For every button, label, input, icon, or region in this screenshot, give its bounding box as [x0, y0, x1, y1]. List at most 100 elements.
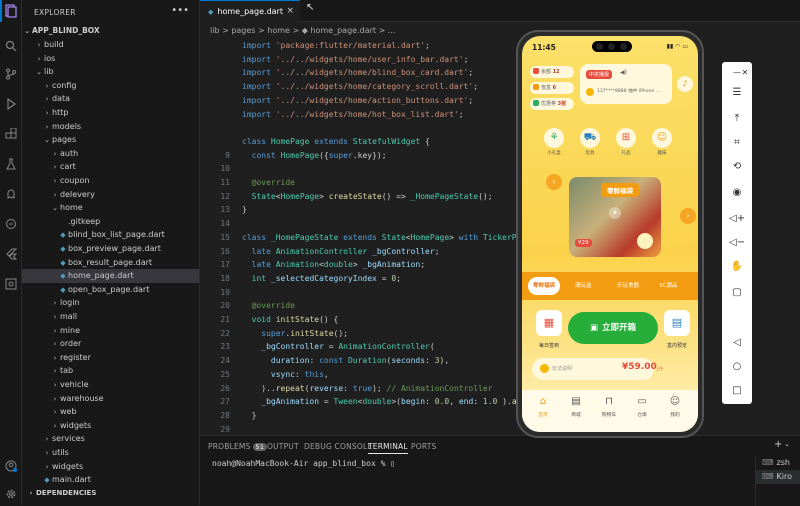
code-line[interactable]: 20 @override [200, 299, 800, 313]
tree-item[interactable]: ◆ box_preview_page.dart [22, 242, 199, 256]
code-line[interactable]: 16 late AnimationController _bgControlle… [200, 245, 800, 259]
nav-item[interactable]: ▭ 仓库 [627, 396, 657, 418]
tree-item[interactable]: ⌄ home [22, 201, 199, 215]
code-line[interactable]: import '../../widgets/home/hot_box_list.… [200, 108, 800, 122]
code-line[interactable]: 13} [200, 203, 800, 217]
testing-icon[interactable] [3, 158, 19, 174]
close-tab-icon[interactable]: × [286, 1, 294, 22]
screenshot-icon[interactable]: ▢ [729, 286, 745, 300]
panel-tab-ports[interactable]: PORTS [411, 442, 436, 451]
tree-item[interactable]: › coupon [22, 174, 199, 188]
code-line[interactable]: 21 void initState() { [200, 313, 800, 327]
tree-item[interactable]: › mine [22, 324, 199, 338]
code-line[interactable]: 10 [200, 162, 800, 176]
tree-item[interactable]: ⌄ pages [22, 133, 199, 147]
shortcut-item[interactable]: ☺ 趣味 [650, 128, 674, 156]
remote-icon[interactable] [3, 218, 19, 234]
tree-item[interactable]: › web [22, 405, 199, 419]
code-line[interactable]: 11 @override [200, 176, 800, 190]
shortcut-item[interactable]: ⊞ 礼品 [614, 128, 638, 156]
home-icon[interactable]: ○ [729, 360, 745, 374]
app-screen[interactable]: 11:45 ▮▮ ◠ ▭ 余额 12 盲盒 6 优惠券 3张 中奖播报 ◀) 137… [522, 36, 698, 432]
new-terminal-icon[interactable]: + [774, 439, 782, 450]
code-line[interactable]: 12 State<HomePage> createState() => _Hom… [200, 190, 800, 204]
shortcut-item[interactable]: ⚘ 小礼盒 [542, 128, 566, 156]
open-box-button[interactable]: ▣ 立即开箱 [568, 312, 658, 344]
chevron-down-icon[interactable]: ⌄ [784, 440, 790, 448]
code-line[interactable]: 17 late Animation<double> _bgAnimation; [200, 258, 800, 272]
code-line[interactable]: 22 super.initState(); [200, 327, 800, 341]
tree-item[interactable]: › mall [22, 310, 199, 324]
search-icon[interactable] [3, 40, 19, 56]
code-line[interactable]: 25 vsync: this, [200, 368, 800, 382]
code-line[interactable]: import '../../widgets/home/category_scro… [200, 80, 800, 94]
tree-item[interactable]: .gitkeep [22, 215, 199, 229]
project-root[interactable]: ⌄ APP_BLIND_BOX [22, 24, 199, 38]
extensions-icon[interactable] [3, 127, 19, 144]
tree-item[interactable]: › widgets [22, 460, 199, 474]
terminal-item-zsh[interactable]: ⌨ zsh [756, 456, 800, 470]
code-line[interactable]: 23 _bgController = AnimationController( [200, 340, 800, 354]
code-line[interactable]: class HomePage extends StatefulWidget { [200, 135, 800, 149]
tree-item[interactable]: ◆ blind_box_list_page.dart [22, 228, 199, 242]
code-line[interactable]: 14 [200, 217, 800, 231]
settings-gear-icon[interactable] [3, 488, 19, 504]
tree-item[interactable]: › tab [22, 364, 199, 378]
tree-item[interactable]: › register [22, 351, 199, 365]
menu-icon[interactable]: ☰ [729, 86, 745, 100]
code-line[interactable]: import '../../widgets/home/action_button… [200, 94, 800, 108]
tree-item[interactable]: ◆ home_page.dart [22, 269, 199, 283]
panel-tab-problems[interactable]: PROBLEMS 51 [208, 442, 268, 451]
tree-item[interactable]: › utils [22, 446, 199, 460]
explorer-icon[interactable] [3, 4, 19, 20]
code-editor[interactable]: import 'package:flutter/material.dart'; … [200, 39, 800, 435]
winner-banner[interactable]: 中奖播报 ◀) 137****8888 抽中 iPhone ... [580, 64, 672, 104]
flutter-icon[interactable] [3, 248, 19, 264]
tree-item[interactable]: ◆ main.dart [22, 473, 199, 487]
blind-box-card[interactable]: 零鲜福袋 ✦ ¥29 ☝ [569, 177, 661, 257]
panel-tab-terminal[interactable]: TERMINAL [368, 442, 408, 454]
tree-item[interactable]: ◆ box_result_page.dart [22, 256, 199, 270]
back-icon[interactable]: ◁ [729, 336, 745, 350]
remote-explorer-icon[interactable] [3, 278, 19, 294]
tree-item[interactable]: › data [22, 92, 199, 106]
run-debug-icon[interactable] [3, 97, 19, 114]
tree-item[interactable]: › models [22, 120, 199, 134]
code-line[interactable]: 29 [200, 423, 800, 435]
rotate-icon[interactable]: ⟲ [729, 160, 745, 174]
kiro-icon[interactable] [3, 188, 19, 204]
volume-up-icon[interactable]: ◁+ [729, 212, 745, 226]
tree-item[interactable]: › auth [22, 147, 199, 161]
nav-item[interactable]: ☺ 我的 [660, 396, 690, 418]
pin-top-icon[interactable]: ⤒ [729, 112, 745, 126]
nav-item[interactable]: ⌂ 首页 [528, 396, 558, 418]
category-tab[interactable]: 3C潮品 [654, 277, 682, 295]
record-icon[interactable]: ◉ [729, 186, 745, 200]
hand-icon[interactable]: ☝ [637, 233, 653, 249]
overview-icon[interactable]: □ [729, 384, 745, 398]
code-line[interactable]: 18 int _selectedCategoryIndex = 0; [200, 272, 800, 286]
stat-chip[interactable]: 余额 12 [530, 66, 574, 78]
tree-item[interactable]: › cart [22, 160, 199, 174]
code-line[interactable]: 9 const HomePage({super.key}); [200, 149, 800, 163]
tree-item[interactable]: › vehicle [22, 378, 199, 392]
tab-home-page-dart[interactable]: ◆ home_page.dart × [200, 0, 300, 22]
panel-tab-debug-console[interactable]: DEBUG CONSOLE [304, 442, 372, 451]
next-arrow-icon[interactable]: › [680, 208, 696, 224]
preview-icon[interactable]: ▤ [664, 310, 690, 336]
tree-item[interactable]: › order [22, 337, 199, 351]
terminal-item-kiro[interactable]: ⌨ Kiro [756, 470, 800, 484]
code-line[interactable]: 15 class _HomePageState extends State<Hom… [200, 231, 800, 245]
tree-item[interactable]: › widgets [22, 419, 199, 433]
category-tab[interactable]: 零鲜福袋 [528, 277, 561, 295]
terminal-prompt[interactable]: noah@NoahMacBook-Air app_blind_box % ▯ [212, 459, 395, 468]
code-line[interactable]: import 'package:flutter/material.dart'; [200, 39, 800, 53]
category-tab[interactable]: 潮玩盒 [570, 277, 597, 295]
more-actions-icon[interactable]: ••• [171, 5, 189, 16]
account-icon[interactable] [3, 460, 19, 476]
source-control-icon[interactable] [3, 68, 19, 84]
calendar-icon[interactable]: ▦ [536, 310, 562, 336]
price-pill[interactable]: 玩法说明 ¥59.00 [532, 358, 657, 380]
nav-item[interactable]: ⊓ 购物车 [594, 396, 624, 418]
close-icon[interactable]: ✕ [739, 66, 751, 80]
